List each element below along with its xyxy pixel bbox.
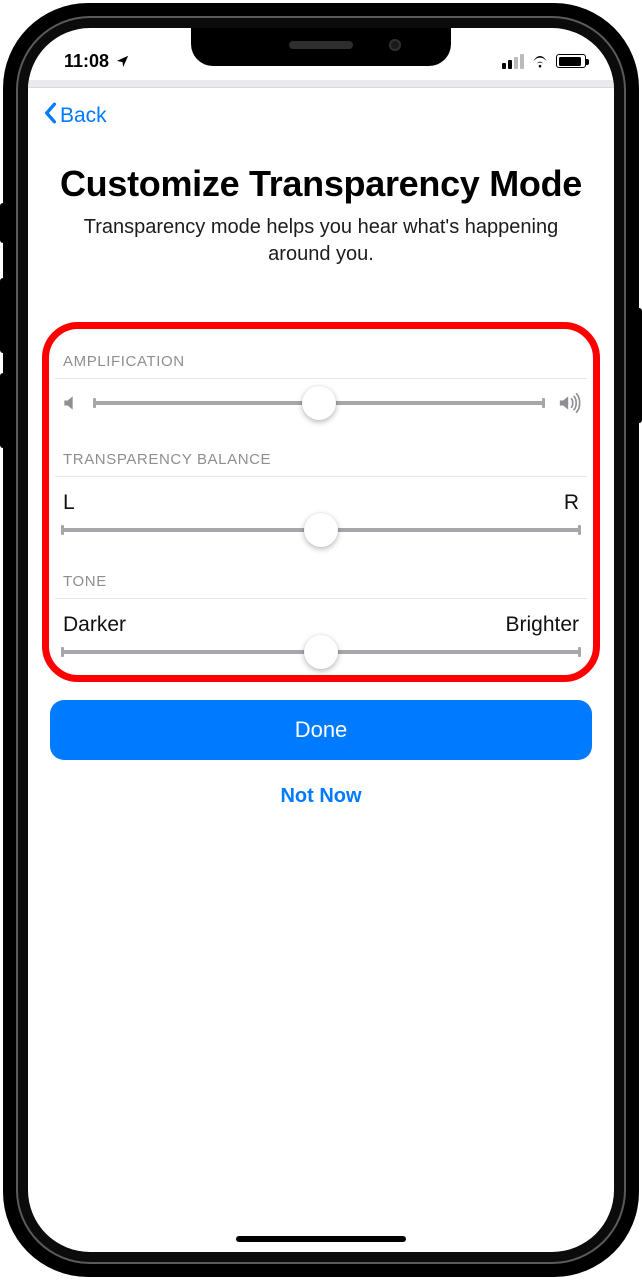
device-frame: 11:08 [3, 3, 639, 1277]
screen: 11:08 [28, 28, 614, 1252]
sheet-top-edge [28, 80, 614, 88]
location-arrow-icon [115, 54, 130, 69]
not-now-button[interactable]: Not Now [50, 768, 592, 824]
done-button[interactable]: Done [50, 700, 592, 760]
chevron-left-icon [42, 102, 58, 129]
done-label: Done [295, 717, 348, 743]
volume-up [0, 278, 6, 353]
tone-left-label: Darker [63, 613, 126, 637]
cellular-signal-icon [502, 54, 524, 69]
balance-right-label: R [564, 491, 579, 515]
volume-high-icon [557, 393, 581, 413]
back-label: Back [60, 104, 107, 128]
balance-label: TRANSPARENCY BALANCE [63, 451, 579, 468]
status-time: 11:08 [64, 51, 109, 72]
back-button[interactable]: Back [28, 88, 614, 139]
volume-low-icon [61, 393, 81, 413]
battery-icon [556, 54, 586, 68]
balance-slider[interactable] [61, 525, 581, 535]
tone-label: TONE [63, 573, 579, 590]
balance-left-label: L [63, 491, 75, 515]
not-now-label: Not Now [280, 785, 361, 808]
page-title: Customize Transparency Mode [28, 139, 614, 214]
home-indicator[interactable] [236, 1236, 406, 1242]
volume-down [0, 373, 6, 448]
wifi-icon [530, 54, 550, 68]
amplification-label: AMPLIFICATION [63, 353, 579, 370]
page-subtitle: Transparency mode helps you hear what's … [28, 214, 614, 288]
power-button [636, 308, 642, 423]
mute-switch [0, 203, 6, 243]
tone-slider[interactable] [61, 647, 581, 657]
amplification-slider-row [61, 387, 581, 425]
tone-right-label: Brighter [505, 613, 579, 637]
sliders-highlight-box: AMPLIFICATION TRANSPARENCY BALANCE [42, 322, 600, 682]
amplification-slider[interactable] [93, 398, 545, 408]
notch [191, 28, 451, 66]
